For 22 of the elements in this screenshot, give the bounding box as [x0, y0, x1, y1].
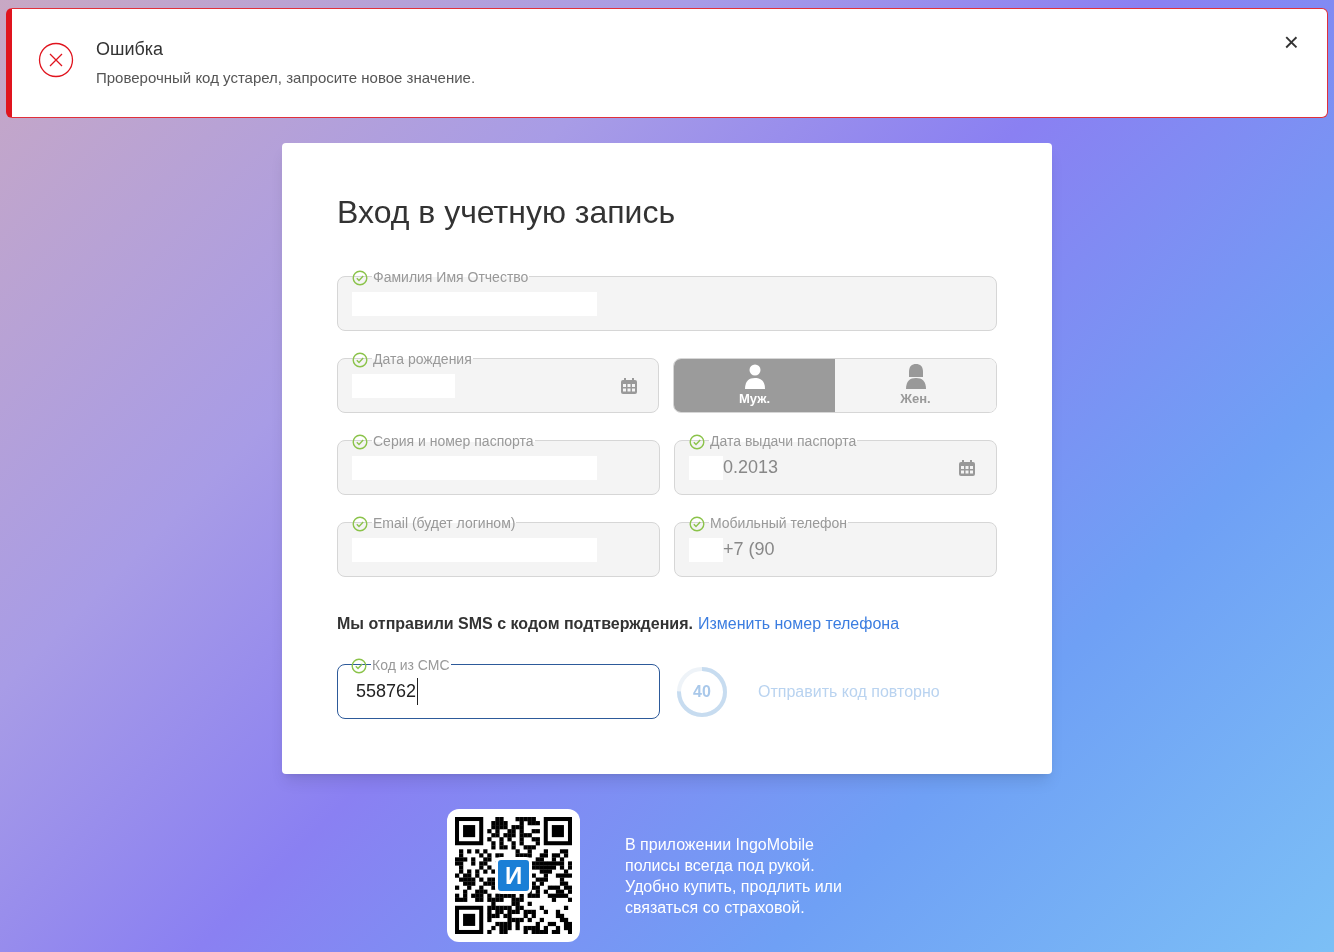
gender-toggle[interactable]: Муж. — [674, 359, 835, 412]
sms-notice: Мы отправили SMS с кодом подтверждения. — [337, 614, 693, 634]
alert-title: Ошибка — [96, 38, 165, 61]
person-icon — [903, 362, 928, 389]
field-value: 558762 — [356, 678, 419, 705]
error-icon — [38, 42, 74, 78]
gender-toggle[interactable]: Жен. — [835, 359, 996, 412]
close-button[interactable]: × — [1283, 29, 1299, 55]
form-title: Вход в учетную запись — [337, 193, 677, 232]
field-label: Мобильный телефон — [709, 513, 848, 534]
change-phone-link[interactable]: Изменить номер телефона — [697, 612, 900, 636]
calendar-icon — [958, 458, 976, 477]
calendar-icon — [620, 376, 638, 395]
app-logo: И — [495, 857, 532, 894]
field-value: +7 (90 — [723, 538, 775, 561]
countdown-reading: 40 — [693, 683, 711, 700]
alert-message: Проверочный код устарел, запросите новое значение. — [96, 68, 477, 88]
countdown-ring — [676, 665, 728, 718]
field-value: 0.2013 — [723, 456, 779, 479]
person-icon — [742, 362, 767, 389]
promo-text: В приложении IngoMobile полисы всегда под рукой. Удобно купить, продлить или связаться со страховой. — [625, 834, 843, 918]
field-label: Email (будет логином) — [372, 513, 517, 534]
